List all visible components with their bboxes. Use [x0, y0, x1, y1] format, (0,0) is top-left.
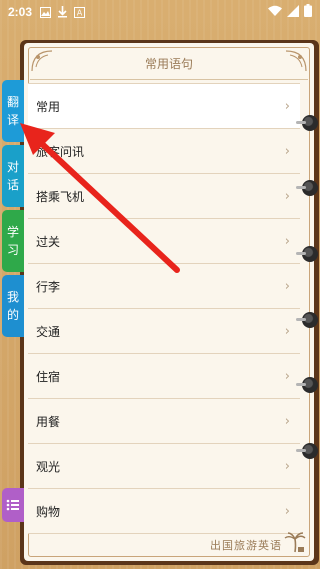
- tab-char: 的: [6, 308, 19, 322]
- chevron-right-icon: ›: [284, 143, 290, 159]
- app-a-icon: A: [74, 6, 86, 18]
- list-item-label: 观光: [36, 459, 61, 474]
- list-item-label: 住宿: [36, 369, 61, 384]
- list-item-label: 常用: [36, 99, 61, 114]
- download-icon: [58, 6, 68, 18]
- chevron-right-icon: ›: [284, 323, 290, 339]
- binder-ring: [296, 246, 318, 262]
- list-item-label: 旅客问讯: [36, 144, 85, 159]
- list-item-label: 行李: [36, 279, 61, 294]
- svg-text:A: A: [77, 8, 83, 17]
- chevron-right-icon: ›: [284, 413, 290, 429]
- list-item[interactable]: 住宿 ›: [28, 354, 300, 399]
- tab-char: 翻: [6, 95, 19, 109]
- list-item[interactable]: 交通 ›: [28, 309, 300, 354]
- page-title: 常用语句: [144, 57, 193, 71]
- binder-ring: [296, 443, 318, 459]
- list-item[interactable]: 搭乘飞机 ›: [28, 174, 300, 219]
- tab-char: 习: [6, 243, 19, 257]
- list-item-label: 交通: [36, 324, 61, 339]
- tab-char: 对: [6, 160, 19, 174]
- menu-tab[interactable]: [2, 488, 24, 522]
- list-item[interactable]: 行李 ›: [28, 264, 300, 309]
- footer-text: 出国旅游英语: [210, 539, 282, 552]
- chevron-right-icon: ›: [284, 368, 290, 384]
- binder-ring: [296, 377, 318, 393]
- tab-study[interactable]: 学 习: [2, 210, 24, 272]
- wifi-icon: [268, 5, 282, 16]
- notebook-page: 常用语句 常用 › 旅客问讯 › 搭乘飞机 › 过关 › 行李 › 交通 › 住…: [24, 43, 314, 561]
- list-item-label: 过关: [36, 234, 61, 249]
- status-time: 2:03: [8, 5, 33, 19]
- list-item[interactable]: 观光 ›: [28, 444, 300, 489]
- tab-char: 译: [6, 113, 19, 127]
- list-item[interactable]: 过关 ›: [28, 219, 300, 264]
- title-divider: [30, 79, 308, 80]
- binder-ring: [296, 180, 318, 196]
- list-item-label: 搭乘飞机: [36, 189, 85, 204]
- signal-icon: [287, 4, 299, 17]
- tab-dialogue[interactable]: 对 话: [2, 145, 24, 207]
- app-footer-logo: 出国旅游英语: [210, 531, 306, 553]
- chevron-right-icon: ›: [284, 503, 290, 519]
- list-item-label: 购物: [36, 504, 61, 519]
- tab-translate[interactable]: 翻 译: [2, 80, 24, 142]
- tab-char: 话: [6, 178, 19, 192]
- tab-char: 我: [6, 290, 19, 304]
- list-item[interactable]: 用餐 ›: [28, 399, 300, 444]
- image-icon: [40, 6, 52, 18]
- chevron-right-icon: ›: [284, 188, 290, 204]
- binder-ring: [296, 312, 318, 328]
- status-bar: 2:03 A: [0, 0, 320, 24]
- chevron-right-icon: ›: [284, 98, 290, 114]
- binder-ring: [296, 115, 318, 131]
- chevron-right-icon: ›: [284, 278, 290, 294]
- list-item[interactable]: 旅客问讯 ›: [28, 129, 300, 174]
- tab-char: 学: [6, 225, 19, 239]
- list-icon: [6, 499, 19, 511]
- list-item-label: 用餐: [36, 414, 61, 429]
- battery-icon: [304, 4, 312, 17]
- chevron-right-icon: ›: [284, 458, 290, 474]
- chevron-right-icon: ›: [284, 233, 290, 249]
- phrase-category-list: 常用 › 旅客问讯 › 搭乘飞机 › 过关 › 行李 › 交通 › 住宿 › 用…: [28, 83, 300, 534]
- list-item[interactable]: 常用 ›: [28, 83, 300, 129]
- tab-mine[interactable]: 我 的: [2, 275, 24, 337]
- list-item[interactable]: 购物 ›: [28, 489, 300, 534]
- palm-tree-icon: [284, 532, 306, 553]
